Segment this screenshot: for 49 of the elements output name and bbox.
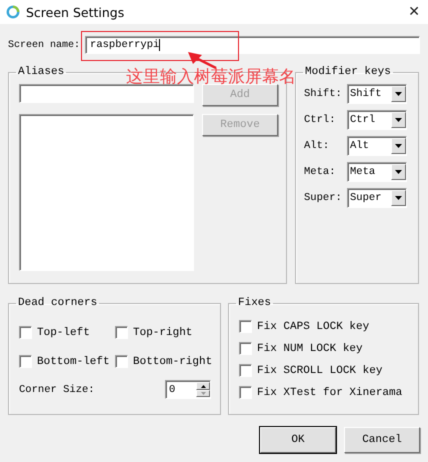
checkbox[interactable]: [239, 320, 252, 333]
group-title: Modifier keys: [304, 66, 392, 78]
modifier-dropdown[interactable]: Super: [347, 188, 407, 208]
dropdown-arrow-icon[interactable]: [395, 92, 402, 96]
group-title: Fixes: [237, 297, 272, 309]
checkbox-label: Bottom-right: [133, 356, 212, 368]
field-label: Screen name:: [8, 40, 80, 50]
dropdown-arrow-icon[interactable]: [395, 118, 402, 122]
dropdown-arrow-icon[interactable]: [395, 196, 402, 200]
modifier-dropdown[interactable]: Meta: [347, 162, 407, 182]
alias-input-field[interactable]: [19, 84, 194, 103]
checkbox[interactable]: [115, 326, 128, 339]
checkbox-label: Bottom-left: [37, 356, 110, 368]
alias-list[interactable]: [19, 114, 194, 271]
field-label: Corner Size:: [19, 384, 95, 396]
checkbox-label: Fix NUM LOCK key: [257, 342, 363, 354]
window-title: Screen Settings: [26, 4, 126, 20]
annotation-text: 这里输入树莓派屏幕名: [126, 68, 296, 86]
modifier-label: Alt:: [304, 140, 330, 152]
modifier-label: Shift:: [304, 88, 343, 100]
modifier-dropdown[interactable]: Alt: [347, 136, 407, 156]
up-arrow-icon[interactable]: [200, 384, 206, 388]
group-title: Dead corners: [17, 297, 98, 309]
modifier-label: Super:: [304, 192, 343, 204]
ok-button[interactable]: OK: [260, 427, 336, 453]
modifier-label: Meta:: [304, 166, 337, 178]
corner-size-spinner[interactable]: 0: [165, 380, 211, 399]
modifier-label: Ctrl:: [304, 114, 337, 126]
checkbox[interactable]: [19, 326, 32, 339]
annotation-arrow: [188, 52, 218, 69]
cancel-button[interactable]: Cancel: [344, 427, 420, 453]
group-title: Aliases: [17, 66, 66, 78]
checkbox-label: Fix CAPS LOCK key: [257, 320, 370, 332]
screen-name-field[interactable]: raspberrypi: [85, 36, 420, 54]
checkbox[interactable]: [239, 386, 252, 399]
checkbox[interactable]: [115, 355, 128, 368]
modifier-dropdown[interactable]: Ctrl: [347, 110, 407, 130]
checkbox-label: Top-right: [133, 326, 192, 338]
checkbox-label: Top-left: [37, 326, 90, 338]
dropdown-arrow-icon[interactable]: [395, 170, 402, 174]
checkbox[interactable]: [19, 355, 32, 368]
app-icon: [6, 5, 20, 19]
dropdown-arrow-icon[interactable]: [395, 144, 402, 148]
modifier-dropdown[interactable]: Shift: [347, 84, 407, 104]
checkbox-label: Fix SCROLL LOCK key: [257, 364, 382, 376]
checkbox[interactable]: [239, 342, 252, 355]
checkbox[interactable]: [239, 364, 252, 377]
checkbox-label: Fix XTest for Xinerama: [257, 386, 402, 398]
close-icon[interactable]: ✕: [408, 4, 420, 20]
